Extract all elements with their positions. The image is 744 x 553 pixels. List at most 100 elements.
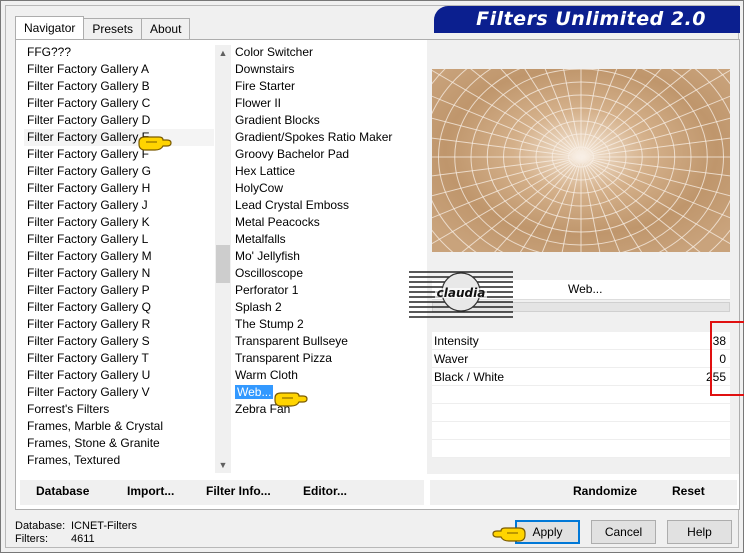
filter-item-label: Lead Crystal Emboss xyxy=(235,198,350,212)
filter-item-label: The Stump 2 xyxy=(235,317,304,331)
category-item[interactable]: Filter Factory Gallery C xyxy=(24,95,214,112)
category-item[interactable]: Filter Factory Gallery U xyxy=(24,367,214,384)
filter-item[interactable]: Hex Lattice xyxy=(232,163,422,180)
category-item[interactable]: Filter Factory Gallery L xyxy=(24,231,214,248)
category-item[interactable]: Filter Factory Gallery V xyxy=(24,384,214,401)
stamp-text: claudia xyxy=(437,286,486,300)
filter-item-label: Groovy Bachelor Pad xyxy=(235,147,350,161)
tab-about[interactable]: About xyxy=(141,18,191,39)
category-item[interactable]: Filter Factory Gallery P xyxy=(24,282,214,299)
filter-list[interactable]: Color Switcher Downstairs Fire Starter Flow… xyxy=(232,44,422,474)
category-item[interactable]: Filter Factory Gallery F xyxy=(24,146,214,163)
filter-item[interactable]: Transparent Pizza xyxy=(232,350,422,367)
filter-item[interactable]: Downstairs xyxy=(232,61,422,78)
scroll-thumb[interactable] xyxy=(216,245,230,283)
filter-name-label: Web... xyxy=(568,282,603,296)
cancel-button[interactable]: Cancel xyxy=(591,520,656,544)
category-item[interactable]: Forrest's Filters xyxy=(24,401,214,418)
filter-item-label: Downstairs xyxy=(235,62,295,76)
title-banner: Filters Unlimited 2.0 xyxy=(434,6,740,33)
filter-item-label: Color Switcher xyxy=(235,45,314,59)
filter-item[interactable]: Gradient/Spokes Ratio Maker xyxy=(232,129,422,146)
category-item[interactable]: FFG??? xyxy=(24,44,214,61)
parameter-row[interactable]: Waver 0 xyxy=(432,350,730,368)
category-item[interactable]: Filter Factory Gallery H xyxy=(24,180,214,197)
filter-info-button[interactable]: Filter Info... xyxy=(206,484,271,498)
parameter-row-empty xyxy=(432,422,730,440)
help-button[interactable]: Help xyxy=(667,520,732,544)
import-button[interactable]: Import... xyxy=(127,484,174,498)
filter-item[interactable]: Gradient Blocks xyxy=(232,112,422,129)
filter-item[interactable]: HolyCow xyxy=(232,180,422,197)
category-item[interactable]: Filter Factory Gallery E xyxy=(24,129,214,146)
parameter-label: Black / White xyxy=(434,370,505,384)
filter-item-label: Hex Lattice xyxy=(235,164,296,178)
category-item[interactable]: Frames, Marble & Crystal xyxy=(24,418,214,435)
filters-count-label: Filters: xyxy=(15,533,48,545)
scroll-up-icon[interactable]: ▲ xyxy=(215,45,231,61)
category-item[interactable]: Filter Factory Gallery N xyxy=(24,265,214,282)
filter-item[interactable]: Fire Starter xyxy=(232,78,422,95)
filter-item[interactable]: Oscilloscope xyxy=(232,265,422,282)
filter-item[interactable]: Metal Peacocks xyxy=(232,214,422,231)
category-item[interactable]: Filter Factory Gallery K xyxy=(24,214,214,231)
filter-item[interactable]: Metalfalls xyxy=(232,231,422,248)
parameter-row[interactable]: Intensity 38 xyxy=(432,332,730,350)
filter-item[interactable]: Splash 2 xyxy=(232,299,422,316)
tab-bar: Navigator Presets About xyxy=(15,16,191,40)
filter-item-label: Warm Cloth xyxy=(235,368,298,382)
tab-navigator[interactable]: Navigator xyxy=(15,16,85,39)
pointing-hand-icon xyxy=(492,527,526,542)
category-item[interactable]: Filter Factory Gallery A xyxy=(24,61,214,78)
reset-button[interactable]: Reset xyxy=(672,484,705,498)
status-info: Database: ICNET-Filters Filters: 4611 xyxy=(15,520,137,546)
randomize-button[interactable]: Randomize xyxy=(573,484,637,498)
category-item[interactable]: Filter Factory Gallery T xyxy=(24,350,214,367)
filter-item-label: Flower II xyxy=(235,96,282,110)
category-item[interactable]: Frames, Textured xyxy=(24,452,214,469)
filter-item-label: Fire Starter xyxy=(235,79,296,93)
filter-item[interactable]: The Stump 2 xyxy=(232,316,422,333)
filter-item-label: Metalfalls xyxy=(235,232,286,246)
filter-item-label: Oscilloscope xyxy=(235,266,304,280)
filter-item[interactable]: Perforator 1 xyxy=(232,282,422,299)
filter-item-label: Transparent Pizza xyxy=(235,351,332,365)
category-item[interactable]: Frames, Stone & Granite xyxy=(24,435,214,452)
filter-item-label: Metal Peacocks xyxy=(235,215,320,229)
filter-item[interactable]: Web... xyxy=(232,384,422,401)
filter-item-label: Mo' Jellyfish xyxy=(235,249,300,263)
category-item[interactable]: Filter Factory Gallery S xyxy=(24,333,214,350)
filter-item[interactable]: Warm Cloth xyxy=(232,367,422,384)
filter-item[interactable]: Flower II xyxy=(232,95,422,112)
filter-item[interactable]: Zebra Fan xyxy=(232,401,422,418)
category-item[interactable]: Filter Factory Gallery Q xyxy=(24,299,214,316)
category-item[interactable]: Filter Factory Gallery M xyxy=(24,248,214,265)
pointing-hand-icon xyxy=(138,136,172,151)
category-item[interactable]: Filter Factory Gallery G xyxy=(24,163,214,180)
claudia-stamp-logo: claudia xyxy=(409,271,513,318)
scroll-down-icon[interactable]: ▼ xyxy=(215,457,231,473)
category-scrollbar[interactable]: ▲ ▼ xyxy=(215,45,231,473)
category-list[interactable]: FFG??? Filter Factory Gallery A Filter Fac… xyxy=(24,44,214,474)
filter-item[interactable]: Mo' Jellyfish xyxy=(232,248,422,265)
preview-area: Web... Intensity 38 Waver 0 Black / White 255 xyxy=(427,40,744,474)
editor-button[interactable]: Editor... xyxy=(303,484,347,498)
category-item[interactable]: Filter Factory Gallery B xyxy=(24,78,214,95)
parameter-label: Waver xyxy=(434,352,469,366)
filter-item[interactable]: Color Switcher xyxy=(232,44,422,61)
window-title: Filters Unlimited 2.0 xyxy=(476,8,706,30)
filter-item[interactable]: Transparent Bullseye xyxy=(232,333,422,350)
category-item[interactable]: Filter Factory Gallery R xyxy=(24,316,214,333)
category-item[interactable]: Filter Factory Gallery J xyxy=(24,197,214,214)
parameter-label: Intensity xyxy=(434,334,479,348)
tab-presets[interactable]: Presets xyxy=(83,18,143,39)
filter-item-label: Web... xyxy=(235,385,274,399)
filter-item[interactable]: Lead Crystal Emboss xyxy=(232,197,422,214)
parameter-row[interactable]: Black / White 255 xyxy=(432,368,730,386)
web-pattern-image xyxy=(432,69,730,252)
database-button[interactable]: Database xyxy=(36,484,89,498)
filter-item[interactable]: Groovy Bachelor Pad xyxy=(232,146,422,163)
database-value: ICNET-Filters xyxy=(71,520,137,532)
parameter-list: Intensity 38 Waver 0 Black / White 255 xyxy=(432,332,730,458)
category-item[interactable]: Filter Factory Gallery D xyxy=(24,112,214,129)
